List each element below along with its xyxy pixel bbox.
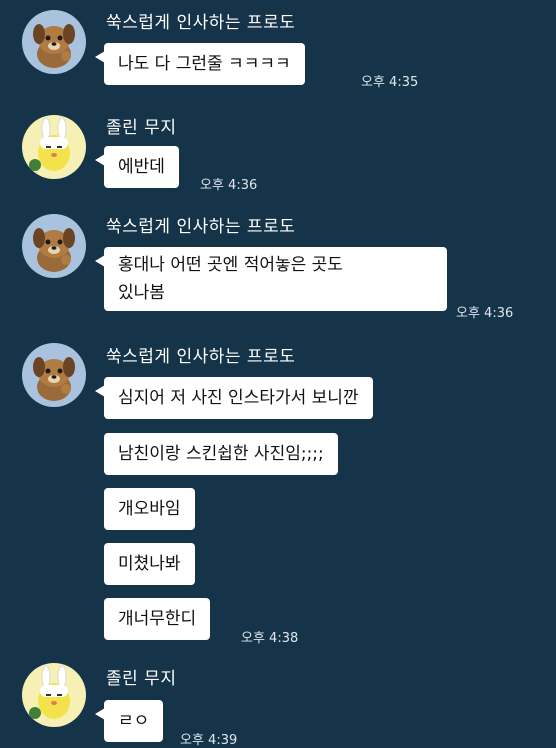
message-time: 오후 4:38 [241, 631, 299, 646]
sender-name: 졸린 무지 [106, 118, 177, 138]
message-bubble[interactable]: 심지어 저 사진 인스타가서 보니깐 [95, 377, 373, 419]
message-bubble[interactable]: ㄹㅇ [94, 700, 164, 742]
sender-name: 졸린 무지 [106, 669, 177, 689]
message-bubble[interactable]: 홍대나 어떤 곳엔 적어놓은 곳도 있나봄 [95, 247, 447, 311]
message-time: 오후 4:39 [180, 733, 238, 748]
frodo-avatar[interactable] [22, 10, 86, 74]
message-time: 오후 4:36 [456, 306, 514, 321]
sender-name: 쑥스럽게 인사하는 프로도 [106, 13, 296, 33]
muzi-avatar[interactable] [22, 115, 86, 179]
muzi-avatar[interactable] [22, 663, 86, 727]
frodo-avatar[interactable] [22, 214, 86, 278]
message-bubble[interactable]: 미쳤나봐 [104, 543, 195, 585]
frodo-avatar[interactable] [22, 343, 86, 407]
message-time: 오후 4:36 [200, 178, 258, 193]
message-bubble[interactable]: 개오바임 [104, 488, 195, 530]
message-bubble[interactable]: 나도 다 그런줄 ㅋㅋㅋㅋ [95, 43, 305, 85]
sender-name: 쑥스럽게 인사하는 프로도 [106, 347, 296, 367]
sender-name: 쑥스럽게 인사하는 프로도 [106, 217, 296, 237]
message-bubble[interactable]: 에반데 [95, 146, 179, 188]
message-bubble[interactable]: 남친이랑 스킨쉽한 사진임;;;; [104, 433, 338, 475]
message-bubble[interactable]: 개너무한디 [104, 598, 211, 640]
message-time: 오후 4:35 [361, 75, 419, 90]
